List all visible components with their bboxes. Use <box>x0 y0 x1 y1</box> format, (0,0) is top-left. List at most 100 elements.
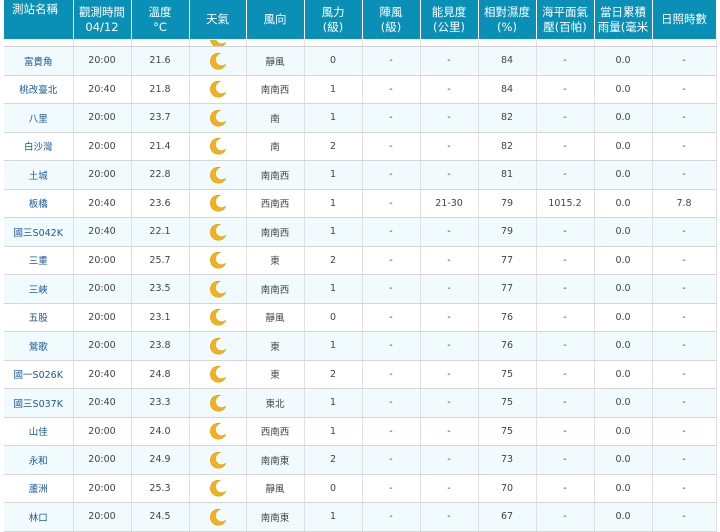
station-cell[interactable]: 板橋 <box>4 189 74 218</box>
station-cell[interactable]: 富貴角 <box>4 46 74 76</box>
sunshine-cell: - <box>652 417 717 446</box>
station-cell[interactable]: 永和 <box>4 445 74 475</box>
wind-direction-cell: 南南西 <box>246 75 305 104</box>
sunshine-cell: - <box>652 246 717 275</box>
table-row-partial <box>4 39 717 47</box>
station-cell[interactable]: 國三S042K <box>4 217 74 247</box>
table-header: 測站名稱 觀測時間 04/12 溫度 °C 天氣 風向 風力 (級) 陣風 (級) 能見… <box>4 0 717 40</box>
humidity-cell: 84 <box>478 46 537 76</box>
temperature-cell: 22.8 <box>131 160 190 190</box>
station-cell[interactable]: 白沙灣 <box>4 132 74 161</box>
humidity-cell: 67 <box>478 502 537 532</box>
header-sunshine[interactable]: 日照時數 <box>652 0 717 40</box>
humidity-cell: 77 <box>478 246 537 275</box>
crescent-moon-icon <box>208 79 228 99</box>
rainfall-cell: 0.0 <box>594 75 653 104</box>
rainfall-cell: 0.0 <box>594 160 653 190</box>
wind-force-cell: 1 <box>304 189 363 218</box>
weather-cell <box>189 46 247 76</box>
humidity-cell: 76 <box>478 303 537 332</box>
crescent-moon-icon <box>208 393 228 413</box>
visibility-cell: - <box>420 103 479 133</box>
gust-cell: - <box>362 246 421 275</box>
table-row: 板橋 20:40 23.6 西南西 1-21-30 79 1015.2 0.0 7.8 <box>4 189 717 218</box>
time-cell: 20:00 <box>73 246 132 275</box>
humidity-cell: 84 <box>478 75 537 104</box>
station-cell[interactable]: 桃改臺北 <box>4 75 74 104</box>
observation-table: 測站名稱 觀測時間 04/12 溫度 °C 天氣 風向 風力 (級) 陣風 (級) 能見… <box>4 0 717 532</box>
crescent-moon-icon <box>208 478 228 498</box>
humidity-cell: 75 <box>478 417 537 446</box>
crescent-moon-icon <box>208 222 228 242</box>
table-row: 白沙灣 20:00 21.4 南 2- -82-0.0- <box>4 132 717 161</box>
station-cell[interactable]: 蘆洲 <box>4 474 74 503</box>
station-cell[interactable]: 五股 <box>4 303 74 332</box>
rainfall-cell: 0.0 <box>594 388 653 418</box>
sunshine-cell: - <box>652 160 717 190</box>
rainfall-cell: 0.0 <box>594 217 653 247</box>
rainfall-cell: 0.0 <box>594 474 653 503</box>
visibility-cell: - <box>420 502 479 532</box>
sunshine-cell: - <box>652 274 717 304</box>
header-wind-direction[interactable]: 風向 <box>246 0 305 40</box>
crescent-moon-icon <box>208 193 228 213</box>
gust-cell: - <box>362 331 421 361</box>
rainfall-cell: 0.0 <box>594 331 653 361</box>
station-cell[interactable]: 山佳 <box>4 417 74 446</box>
visibility-cell: - <box>420 474 479 503</box>
header-temperature[interactable]: 溫度 °C <box>131 0 190 40</box>
time-cell: 20:00 <box>73 132 132 161</box>
temperature-cell: 21.8 <box>131 75 190 104</box>
table-row: 五股 20:00 23.1 靜風 0- -76-0.0- <box>4 303 717 332</box>
humidity-cell: 79 <box>478 217 537 247</box>
visibility-cell: - <box>420 246 479 275</box>
visibility-cell: - <box>420 132 479 161</box>
weather-cell <box>189 75 247 104</box>
sunshine-cell: - <box>652 388 717 418</box>
pressure-cell: - <box>536 217 595 247</box>
station-cell[interactable]: 三峽 <box>4 274 74 304</box>
header-rainfall[interactable]: 當日累積 雨量(毫米 <box>594 0 653 40</box>
temperature-cell: 23.8 <box>131 331 190 361</box>
time-cell: 20:00 <box>73 274 132 304</box>
time-cell: 20:40 <box>73 360 132 389</box>
temperature-cell: 23.5 <box>131 274 190 304</box>
pressure-cell: - <box>536 160 595 190</box>
gust-cell: - <box>362 303 421 332</box>
visibility-cell: - <box>420 160 479 190</box>
visibility-cell: - <box>420 445 479 475</box>
station-cell[interactable]: 國一S026K <box>4 360 74 389</box>
header-humidity[interactable]: 相對濕度 (%) <box>478 0 537 40</box>
visibility-cell: - <box>420 75 479 104</box>
station-cell[interactable]: 國三S037K <box>4 388 74 418</box>
table-row: 桃改臺北 20:40 21.8 南南西 1- -84-0.0- <box>4 75 717 104</box>
humidity-cell: 77 <box>478 274 537 304</box>
header-station[interactable]: 測站名稱 <box>4 0 74 40</box>
weather-cell <box>189 246 247 275</box>
temperature-cell: 22.1 <box>131 217 190 247</box>
table-row: 鶯歌 20:00 23.8 東 1- -76-0.0- <box>4 331 717 361</box>
wind-direction-cell: 靜風 <box>246 303 305 332</box>
header-visibility[interactable]: 能見度 (公里) <box>420 0 479 40</box>
station-cell[interactable]: 林口 <box>4 502 74 532</box>
wind-force-cell: 1 <box>304 217 363 247</box>
station-cell[interactable]: 八里 <box>4 103 74 133</box>
header-wind-force[interactable]: 風力 (級) <box>304 0 363 40</box>
gust-cell: - <box>362 75 421 104</box>
humidity-cell: 82 <box>478 132 537 161</box>
temperature-cell: 23.1 <box>131 303 190 332</box>
wind-direction-cell: 西南西 <box>246 417 305 446</box>
wind-force-cell: 0 <box>304 303 363 332</box>
station-cell[interactable]: 三重 <box>4 246 74 275</box>
header-time[interactable]: 觀測時間 04/12 <box>73 0 132 40</box>
time-cell: 20:00 <box>73 160 132 190</box>
station-cell[interactable]: 土城 <box>4 160 74 190</box>
station-cell[interactable]: 鶯歌 <box>4 331 74 361</box>
weather-cell <box>189 331 247 361</box>
header-pressure[interactable]: 海平面氣 壓(百帕) <box>536 0 595 40</box>
header-gust[interactable]: 陣風 (級) <box>362 0 421 40</box>
crescent-moon-icon <box>208 364 228 384</box>
sunshine-cell: - <box>652 474 717 503</box>
sunshine-cell: - <box>652 46 717 76</box>
pressure-cell: - <box>536 360 595 389</box>
